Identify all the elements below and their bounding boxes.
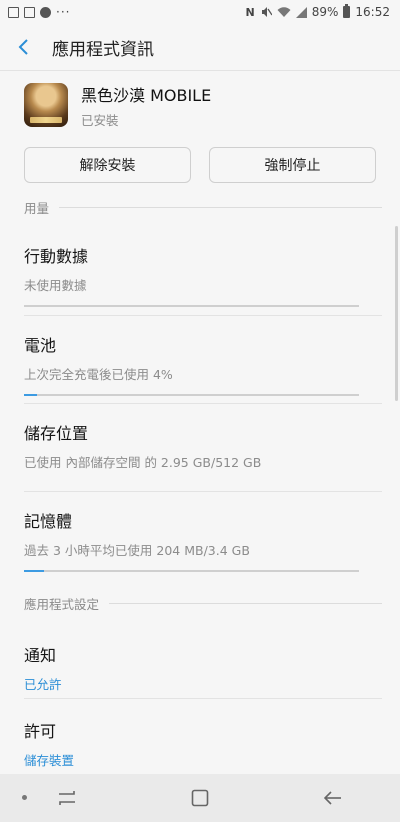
mobile-data-title: 行動數據 [24, 247, 89, 266]
app-info: 黑色沙漠 MOBILE 已安裝 [81, 82, 211, 129]
memory-progress [24, 570, 359, 572]
section-divider-line [59, 206, 382, 208]
app-header: 黑色沙漠 MOBILE 已安裝 [24, 82, 384, 128]
info-icon [40, 6, 51, 18]
battery-icon [343, 4, 351, 18]
battery-progress [24, 394, 359, 396]
settings-section-title: 應用程式設定 [24, 596, 100, 612]
status-bar: ··· N 89% 16:52 [0, 0, 400, 24]
item-divider [24, 315, 382, 316]
image-icon [8, 6, 19, 18]
recent-apps-icon [58, 791, 75, 805]
status-right: N 89% 16:52 [245, 4, 390, 19]
app-install-status: 已安裝 [81, 112, 119, 128]
permissions-status: 儲存裝置 [24, 753, 75, 768]
notifications-item[interactable]: 通知 已允許 [24, 642, 360, 693]
back-button[interactable] [0, 24, 48, 70]
back-arrow-icon [18, 39, 28, 55]
battery-subtitle: 上次完全充電後已使用 4% [24, 367, 173, 382]
memory-title: 記憶體 [24, 512, 73, 531]
usage-section-title: 用量 [24, 200, 50, 216]
progress-fill [24, 570, 45, 572]
section-divider-line [109, 602, 382, 604]
notifications-status: 已允許 [24, 677, 62, 692]
app-bar-divider [0, 70, 400, 71]
app-icon [24, 83, 68, 127]
memory-subtitle: 過去 3 小時平均已使用 204 MB/3.4 GB [24, 543, 250, 558]
nfc-icon: N [245, 5, 255, 19]
battery-title: 電池 [24, 336, 57, 355]
home-button[interactable] [170, 774, 230, 822]
battery-percent: 89% [311, 5, 339, 19]
more-dots-icon: ··· [56, 5, 71, 19]
progress-fill [24, 394, 38, 396]
navigation-bar [0, 774, 400, 822]
battery-item[interactable]: 電池 上次完全充電後已使用 4% [24, 332, 360, 396]
back-nav-button[interactable] [303, 774, 363, 822]
clock: 16:52 [355, 5, 390, 19]
signal-icon [295, 6, 307, 18]
recent-apps-button[interactable] [37, 774, 97, 822]
page-title: 應用程式資訊 [52, 39, 154, 60]
storage-title: 儲存位置 [24, 424, 89, 443]
permissions-title: 許可 [24, 722, 57, 741]
app-name: 黑色沙漠 MOBILE [81, 85, 212, 105]
mobile-data-progress [24, 305, 359, 307]
mail-icon [24, 6, 35, 18]
mute-icon [261, 7, 272, 17]
uninstall-button[interactable]: 解除安裝 [24, 147, 191, 183]
status-left: ··· [8, 5, 70, 19]
nav-dot-icon [22, 795, 27, 800]
scrollbar[interactable] [395, 226, 398, 401]
wifi-icon [277, 6, 291, 17]
storage-subtitle: 已使用 內部儲存空間 的 2.95 GB/512 GB [24, 455, 262, 470]
settings-section-header: 應用程式設定 [24, 595, 382, 612]
item-divider [24, 491, 382, 492]
mobile-data-subtitle: 未使用數據 [24, 278, 87, 293]
item-divider [24, 698, 382, 699]
home-icon [191, 789, 209, 807]
usage-section-header: 用量 [24, 199, 382, 216]
storage-item[interactable]: 儲存位置 已使用 內部儲存空間 的 2.95 GB/512 GB [24, 420, 360, 471]
back-nav-icon [324, 791, 342, 805]
item-divider [24, 403, 382, 404]
mobile-data-item[interactable]: 行動數據 未使用數據 [24, 243, 360, 307]
memory-item[interactable]: 記憶體 過去 3 小時平均已使用 204 MB/3.4 GB [24, 508, 360, 572]
permissions-item[interactable]: 許可 儲存裝置 [24, 718, 360, 769]
force-stop-button[interactable]: 強制停止 [209, 147, 376, 183]
app-bar: 應用程式資訊 [0, 24, 400, 70]
notifications-title: 通知 [24, 646, 57, 665]
